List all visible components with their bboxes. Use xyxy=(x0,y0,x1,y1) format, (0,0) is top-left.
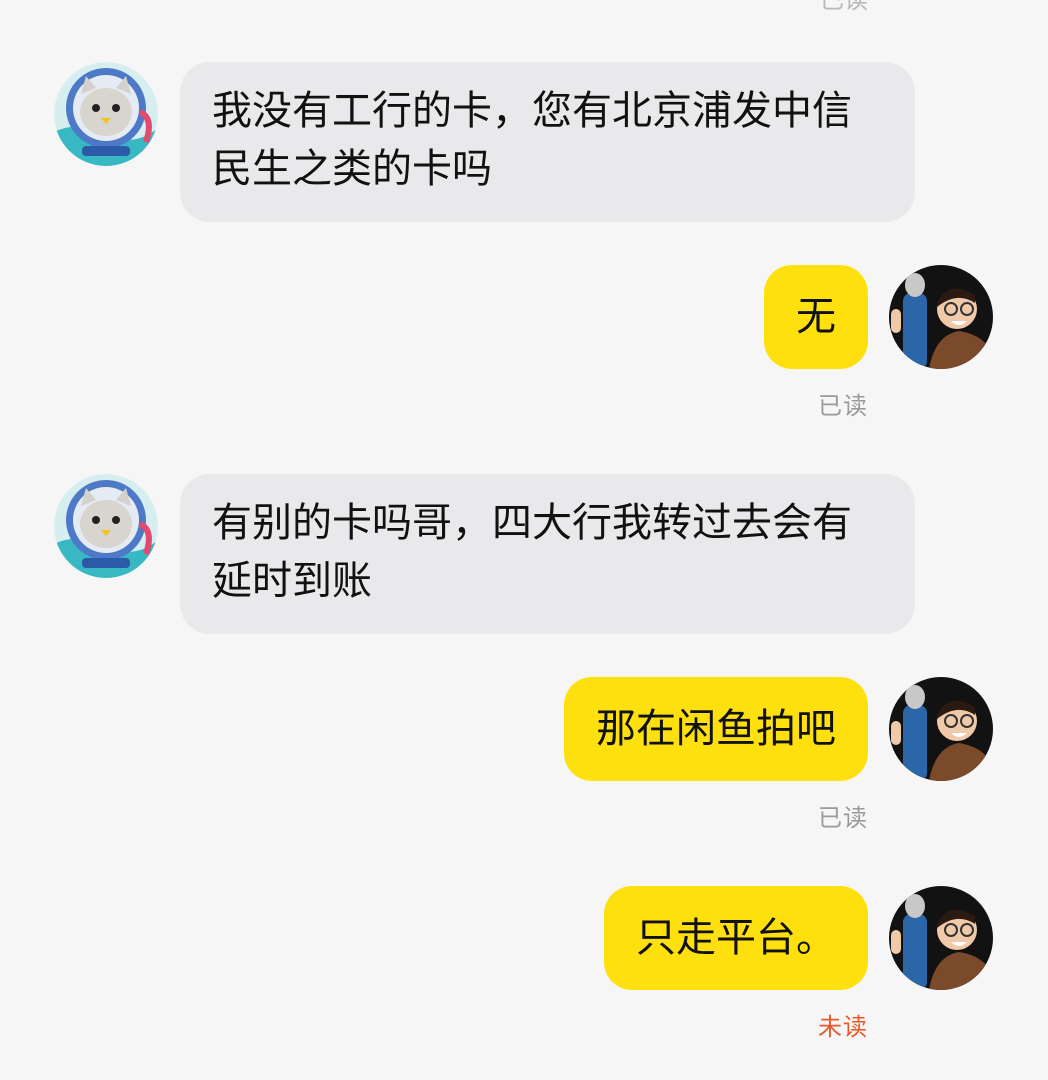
outgoing-message-bubble[interactable]: 那在闲鱼拍吧 xyxy=(564,677,868,781)
message-text: 无 xyxy=(796,294,836,340)
message-text: 有别的卡吗哥，四大行我转过去会有延时到账 xyxy=(212,500,852,604)
read-status: 已读 xyxy=(818,392,868,420)
man-microphone-avatar-icon xyxy=(889,677,993,781)
message-text: 我没有工行的卡，您有北京浦发中信民生之类的卡吗 xyxy=(212,88,852,192)
my-avatar[interactable] xyxy=(889,265,993,369)
outgoing-message-bubble[interactable]: 无 xyxy=(764,265,868,369)
read-status: 已读 xyxy=(818,804,868,832)
incoming-message-bubble[interactable]: 我没有工行的卡，您有北京浦发中信民生之类的卡吗 xyxy=(180,62,915,222)
cropped-status-top: 已读 xyxy=(820,0,868,14)
message-text: 那在闲鱼拍吧 xyxy=(596,706,836,752)
outgoing-message-bubble[interactable]: 只走平台。 xyxy=(604,886,868,990)
message-text: 只走平台。 xyxy=(636,915,836,961)
man-microphone-avatar-icon xyxy=(889,265,993,369)
cat-avatar-icon xyxy=(54,62,158,166)
my-avatar[interactable] xyxy=(889,677,993,781)
incoming-message-bubble[interactable]: 有别的卡吗哥，四大行我转过去会有延时到账 xyxy=(180,474,915,634)
contact-avatar[interactable] xyxy=(54,62,158,166)
unread-status: 未读 xyxy=(818,1013,868,1041)
contact-avatar[interactable] xyxy=(54,474,158,578)
man-microphone-avatar-icon xyxy=(889,886,993,990)
my-avatar[interactable] xyxy=(889,886,993,990)
cat-avatar-icon xyxy=(54,474,158,578)
chat-thread: 已读 我没有工行的卡，您有北京浦发中信民生之类的卡吗 无 已读 有别的卡吗哥，四… xyxy=(0,0,1048,1080)
